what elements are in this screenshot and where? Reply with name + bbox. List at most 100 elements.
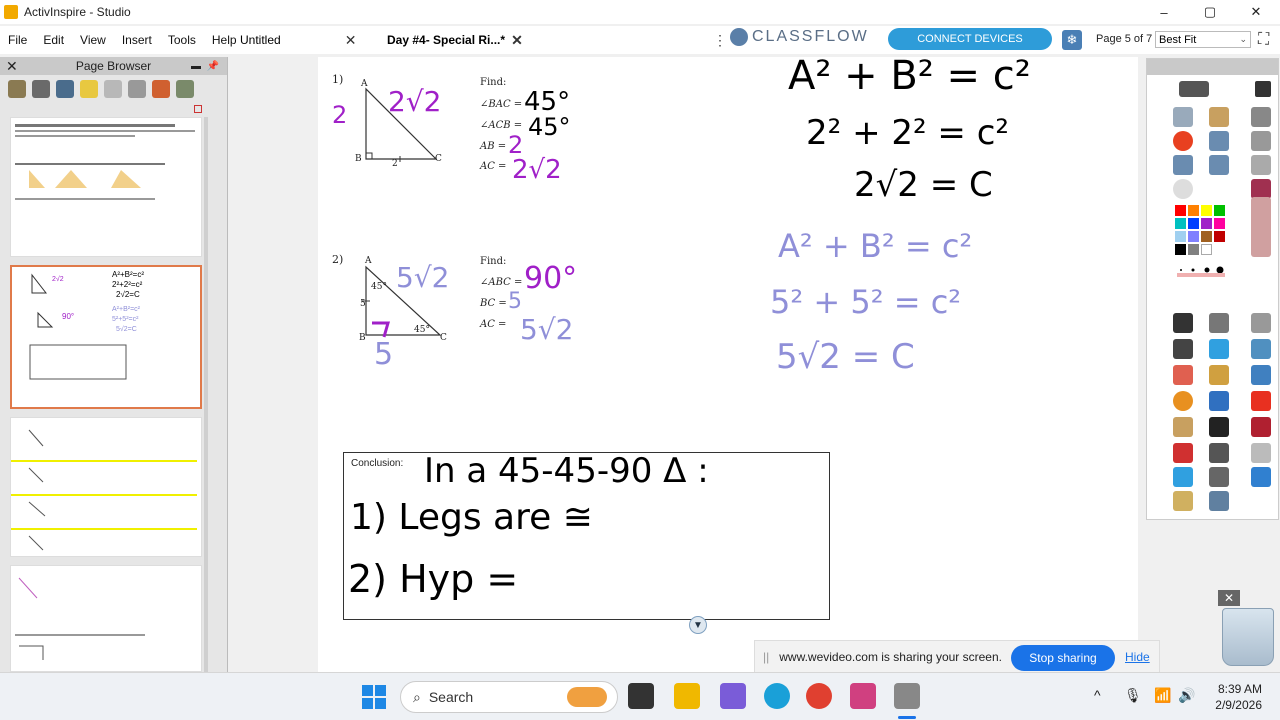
pen-width-selector[interactable] — [1177, 261, 1225, 274]
menu-edit[interactable]: Edit — [35, 33, 72, 47]
record-icon[interactable] — [1173, 179, 1193, 199]
dock-icon[interactable]: ▬ — [191, 61, 201, 72]
stop-sharing-button[interactable]: Stop sharing — [1011, 645, 1115, 671]
zoom-select[interactable]: Best Fit ⌄ — [1155, 31, 1251, 48]
folder-icon[interactable] — [8, 80, 26, 98]
menu-insert[interactable]: Insert — [114, 33, 160, 47]
menu-view[interactable]: View — [72, 33, 114, 47]
shapes-icon[interactable] — [1173, 391, 1193, 411]
connector-icon[interactable] — [1209, 391, 1229, 411]
page-icon[interactable] — [104, 80, 122, 98]
microphone-icon[interactable]: 🎙 — [1124, 687, 1142, 704]
trash-close-icon[interactable]: ✕ — [1218, 590, 1240, 606]
camera-icon[interactable] — [1209, 467, 1229, 487]
chrome-icon[interactable] — [806, 683, 832, 709]
card-icon[interactable] — [1251, 339, 1271, 359]
clipboard-icon[interactable] — [1251, 155, 1271, 175]
color-swatch-pink[interactable] — [1214, 218, 1225, 229]
page-thumbnail-5[interactable]: 2√2 A²+B²=c² 2²+2²=c² 2√2=C 90° A²+B²=c²… — [10, 265, 202, 409]
delete-icon[interactable] — [1251, 391, 1271, 411]
pin-icon[interactable]: 📌 — [207, 61, 219, 72]
select-arrow-icon[interactable] — [1173, 313, 1193, 333]
actions-icon[interactable] — [128, 80, 146, 98]
tools-icon[interactable] — [1209, 313, 1229, 333]
menu-tools[interactable]: Tools — [160, 33, 204, 47]
tab-close-icon[interactable]: ✕ — [345, 32, 357, 49]
volume-icon[interactable]: 🔊 — [1178, 687, 1195, 704]
compass-icon[interactable] — [1209, 491, 1229, 511]
handwriting-icon[interactable] — [1173, 491, 1193, 511]
color-swatch-light-blue[interactable] — [1175, 231, 1186, 242]
color-swatch-lavender[interactable] — [1188, 231, 1199, 242]
paint-icon[interactable] — [152, 80, 170, 98]
menu-help[interactable]: Help — [204, 33, 245, 47]
page-browser-scrollbar[interactable] — [204, 117, 208, 672]
list-view-icon[interactable] — [194, 105, 202, 113]
previous-page-icon[interactable] — [1173, 155, 1193, 175]
edge-icon[interactable] — [764, 683, 790, 709]
color-swatch-orange[interactable] — [1188, 205, 1199, 216]
snowflake-icon[interactable]: ❄ — [1062, 30, 1082, 50]
color-swatch-purple[interactable] — [1201, 218, 1212, 229]
hide-link[interactable]: Hide — [1125, 650, 1150, 664]
close-icon[interactable]: ✕ — [6, 58, 18, 75]
main-menu-icon[interactable] — [1173, 107, 1193, 127]
shape-icon[interactable] — [1251, 365, 1271, 385]
color-swatch-green[interactable] — [1214, 205, 1225, 216]
snipping-tool-icon[interactable] — [850, 683, 876, 709]
flipchart-canvas[interactable]: 1) A B C 2 2 2√2 Find: ∠BAC = 45° ∠ACB =… — [318, 53, 1138, 672]
color-swatch-brown[interactable] — [1201, 231, 1212, 242]
tray-expand-icon[interactable]: ^ — [1094, 687, 1101, 703]
windows-start-icon[interactable] — [362, 685, 386, 709]
house-icon[interactable] — [56, 80, 74, 98]
connect-devices-button[interactable]: CONNECT DEVICES — [888, 28, 1052, 50]
profile-icon[interactable] — [1209, 107, 1229, 127]
eraser-icon[interactable] — [1173, 365, 1193, 385]
tab-day4[interactable]: Day #4- Special Ri...* ✕ — [387, 28, 523, 52]
wifi-icon[interactable]: 📶 — [1154, 687, 1171, 704]
clock[interactable]: 8:39 AM 2/9/2026 — [1206, 681, 1262, 713]
tab-close-icon[interactable]: ✕ — [511, 32, 523, 49]
color-swatch-gray[interactable] — [1188, 244, 1199, 255]
resources-icon[interactable] — [1251, 107, 1271, 127]
page-thumbnail-6[interactable] — [10, 417, 202, 557]
activinspire-icon[interactable] — [894, 683, 920, 709]
color-swatch-dark-red[interactable] — [1214, 231, 1225, 242]
more-options-icon[interactable]: ⋮ — [713, 32, 727, 49]
highlighter-icon[interactable] — [1209, 339, 1229, 359]
tab-untitled[interactable]: Untitled ✕ — [240, 28, 356, 52]
refresh-icon[interactable] — [1173, 467, 1193, 487]
next-page-icon[interactable] — [1209, 155, 1229, 175]
pen-width-slider[interactable] — [1177, 273, 1225, 277]
toolbox-header[interactable] — [1147, 59, 1278, 75]
close-button[interactable]: ✕ — [1233, 0, 1279, 24]
color-swatch-white[interactable] — [1201, 244, 1212, 255]
color-swatch-cyan[interactable] — [1175, 218, 1186, 229]
pen-mode-icon[interactable] — [1255, 81, 1271, 97]
page-icon[interactable] — [1251, 131, 1271, 151]
save-icon[interactable] — [1251, 179, 1271, 199]
maximize-button[interactable]: ▢ — [1187, 0, 1233, 24]
scroll-down-icon[interactable]: ▼ — [689, 616, 707, 634]
star-icon[interactable] — [1251, 443, 1271, 463]
tools-icon[interactable] — [176, 80, 194, 98]
text-icon[interactable] — [1209, 417, 1229, 437]
side-tools-icon[interactable] — [1251, 197, 1271, 257]
color-swatch-red[interactable] — [1175, 205, 1186, 216]
color-swatch-blue[interactable] — [1188, 218, 1199, 229]
pen-icon[interactable] — [1173, 339, 1193, 359]
fullscreen-icon[interactable]: ⛶ — [1258, 31, 1269, 49]
film-icon[interactable] — [32, 80, 50, 98]
redo-icon[interactable] — [1209, 443, 1229, 463]
toolbox-expand-icon[interactable] — [1179, 81, 1209, 97]
page-thumbnail-4[interactable] — [10, 117, 202, 257]
taskbar-search[interactable]: ⌕ Search — [400, 681, 618, 713]
menu-file[interactable]: File — [0, 33, 35, 47]
no-entry-icon[interactable] — [1173, 131, 1193, 151]
page-save-icon[interactable] — [1251, 417, 1271, 437]
reset-icon[interactable] — [1173, 443, 1193, 463]
trash-bin-icon[interactable] — [1222, 608, 1274, 666]
microsoft-365-icon[interactable] — [720, 683, 746, 709]
color-swatch-yellow[interactable] — [1201, 205, 1212, 216]
page-thumbnail-7[interactable] — [10, 565, 202, 672]
